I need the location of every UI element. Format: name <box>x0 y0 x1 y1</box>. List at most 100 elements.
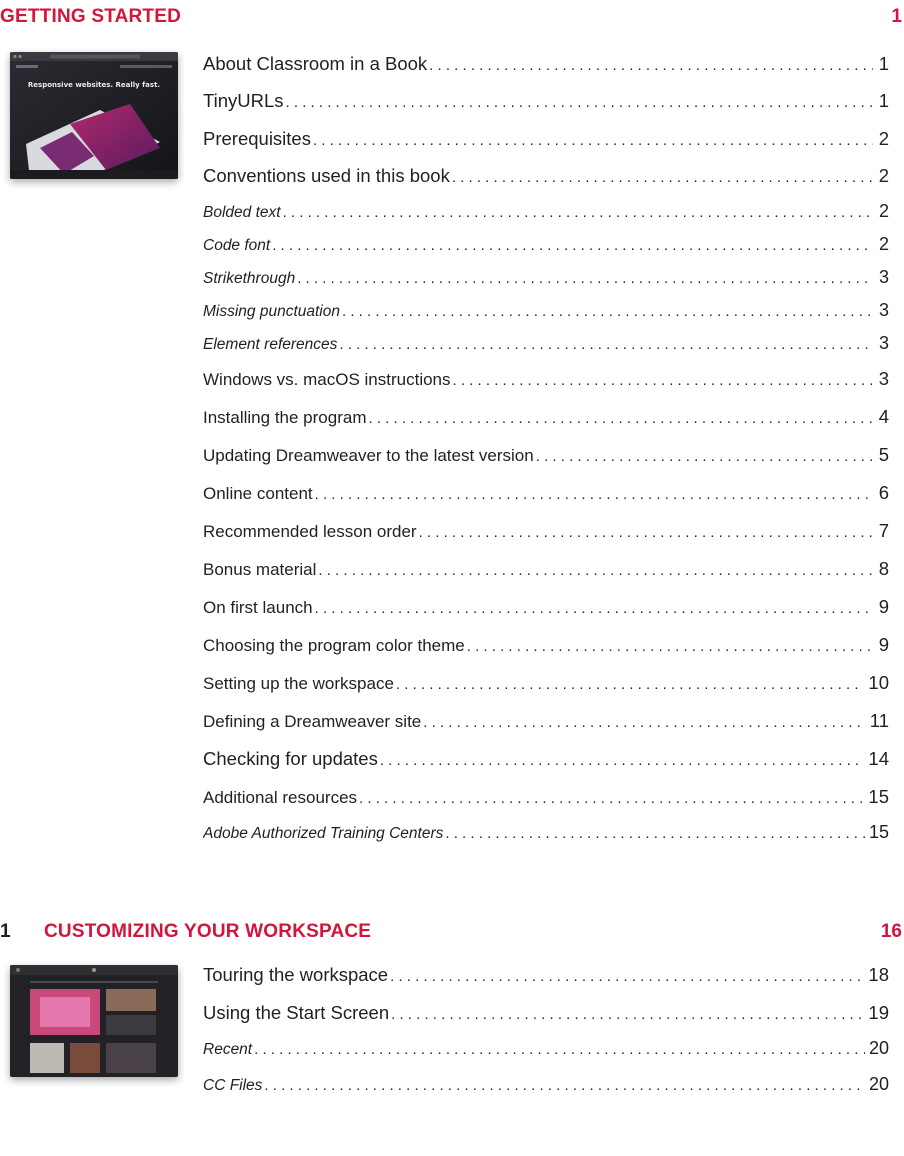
toc-entry[interactable]: TinyURLs 1 <box>203 90 889 128</box>
toc-entry-label: Updating Dreamweaver to the latest versi… <box>203 446 534 465</box>
toc-subentry[interactable]: Recent 20 <box>203 1038 889 1074</box>
toc-subentry[interactable]: Strikethrough 3 <box>203 267 889 300</box>
toc-entry-page: 20 <box>868 1038 889 1058</box>
toc-entry-page: 9 <box>878 634 889 655</box>
toc-entry-label: About Classroom in a Book <box>203 53 428 74</box>
toc-entry[interactable]: Additional resources 15 <box>203 786 889 822</box>
toc-subentry[interactable]: Code font 2 <box>203 234 889 267</box>
toc-entry[interactable]: Choosing the program color theme 9 <box>203 634 889 672</box>
toc-entry[interactable]: Checking for updates 14 <box>203 748 889 786</box>
toc-entry-label: Code font <box>203 237 271 254</box>
toc-entry-page: 18 <box>868 964 889 985</box>
section-page-number[interactable]: 16 <box>881 921 902 943</box>
section-title[interactable]: GETTING STARTED <box>0 6 181 28</box>
leader-dots <box>315 486 873 503</box>
toc-entry-page: 6 <box>878 482 889 503</box>
toc-entry-page: 10 <box>868 672 889 693</box>
svg-text:Responsive websites. Really fa: Responsive websites. Really fast. <box>28 81 160 89</box>
toc-entry[interactable]: Recommended lesson order 7 <box>203 520 889 558</box>
leader-dots <box>272 237 873 254</box>
toc-entry-label: Recent <box>203 1041 253 1058</box>
leader-dots <box>368 410 873 427</box>
toc-entry-label: Online content <box>203 484 313 503</box>
toc-entry[interactable]: Updating Dreamweaver to the latest versi… <box>203 444 889 482</box>
toc-entry-label: Prerequisites <box>203 128 311 149</box>
toc-entry[interactable]: Setting up the workspace 10 <box>203 672 889 710</box>
toc-entry-label: Checking for updates <box>203 748 378 769</box>
section-title[interactable]: CUSTOMIZING YOUR WORKSPACE <box>44 921 371 943</box>
toc-entry-label: CC Files <box>203 1077 263 1094</box>
leader-dots <box>390 968 864 985</box>
getting-started-thumbnail: Responsive websites. Really fast. <box>10 52 178 179</box>
toc-entry-label: Element references <box>203 336 338 353</box>
toc-entry[interactable]: Online content 6 <box>203 482 889 520</box>
toc-entry-label: Touring the workspace <box>203 964 389 985</box>
toc-entry-label: Using the Start Screen <box>203 1002 390 1023</box>
section-header-getting-started: GETTING STARTED 1 <box>0 6 904 36</box>
toc-entry[interactable]: About Classroom in a Book 1 <box>203 53 889 90</box>
toc-entry-page: 11 <box>869 710 889 731</box>
getting-started-toc: About Classroom in a Book 1 TinyURLs 1 Pre… <box>203 53 889 855</box>
leader-dots <box>467 638 873 655</box>
toc-entry-label: Bolded text <box>203 204 281 221</box>
toc-entry-label: Additional resources <box>203 788 358 807</box>
toc-entry-page: 19 <box>868 1002 889 1023</box>
leader-dots <box>339 336 873 353</box>
toc-subentry[interactable]: Bolded text 2 <box>203 201 889 234</box>
toc-subentry[interactable]: Element references 3 <box>203 333 889 368</box>
toc-entry[interactable]: Prerequisites 2 <box>203 128 889 165</box>
toc-entry[interactable]: Bonus material 8 <box>203 558 889 596</box>
toc-entry-page: 1 <box>878 90 889 111</box>
toc-entry[interactable]: Installing the program 4 <box>203 406 889 444</box>
toc-entry-page: 4 <box>878 406 889 427</box>
toc-entry-page: 3 <box>878 300 889 320</box>
toc-entry-page: 2 <box>878 201 889 221</box>
toc-entry-page: 3 <box>878 333 889 353</box>
toc-entry[interactable]: Defining a Dreamweaver site 11 <box>203 710 889 748</box>
toc-entry[interactable]: Using the Start Screen 19 <box>203 1002 889 1038</box>
leader-dots <box>445 825 865 842</box>
toc-entry-page: 2 <box>878 165 889 186</box>
toc-entry-label: Strikethrough <box>203 270 296 287</box>
website-screenshot-image: Responsive websites. Really fast. <box>10 52 178 179</box>
toc-entry-page: 1 <box>878 53 889 74</box>
toc-entry[interactable]: Touring the workspace 18 <box>203 964 889 1002</box>
leader-dots <box>423 714 866 731</box>
leader-dots <box>380 752 865 769</box>
toc-subentry[interactable]: Adobe Authorized Training Centers 15 <box>203 822 889 855</box>
toc-subentry[interactable]: CC Files 20 <box>203 1074 889 1107</box>
toc-entry-label: Choosing the program color theme <box>203 636 465 655</box>
leader-dots <box>318 562 873 579</box>
toc-entry[interactable]: Conventions used in this book 2 <box>203 165 889 201</box>
section-page-number[interactable]: 1 <box>891 6 902 28</box>
toc-entry-page: 9 <box>878 596 889 617</box>
toc-entry-page: 2 <box>878 128 889 149</box>
leader-dots <box>452 169 873 186</box>
toc-subentry[interactable]: Missing punctuation 3 <box>203 300 889 333</box>
lesson-1-toc: Touring the workspace 18 Using the Start … <box>203 964 889 1107</box>
toc-entry[interactable]: On first launch 9 <box>203 596 889 634</box>
leader-dots <box>453 372 873 389</box>
toc-entry-label: Adobe Authorized Training Centers <box>203 825 444 842</box>
lesson-number: 1 <box>0 921 11 942</box>
toc-entry-page: 20 <box>868 1074 889 1094</box>
toc-entry-page: 2 <box>878 234 889 254</box>
toc-entry-page: 3 <box>878 368 889 389</box>
toc-entry-page: 3 <box>878 267 889 287</box>
leader-dots <box>254 1041 865 1058</box>
toc-entry[interactable]: Windows vs. macOS instructions 3 <box>203 368 889 406</box>
leader-dots <box>429 57 873 74</box>
leader-dots <box>313 132 873 149</box>
toc-entry-page: 8 <box>878 558 889 579</box>
toc-entry-label: Missing punctuation <box>203 303 340 320</box>
leader-dots <box>297 270 873 287</box>
toc-entry-label: Installing the program <box>203 408 367 427</box>
leader-dots <box>315 600 873 617</box>
toc-entry-label: Conventions used in this book <box>203 165 450 186</box>
leader-dots <box>342 303 873 320</box>
leader-dots <box>264 1077 865 1094</box>
toc-entry-label: Windows vs. macOS instructions <box>203 370 451 389</box>
toc-entry-label: Setting up the workspace <box>203 674 394 693</box>
leader-dots <box>419 524 873 541</box>
toc-entry-label: On first launch <box>203 598 313 617</box>
